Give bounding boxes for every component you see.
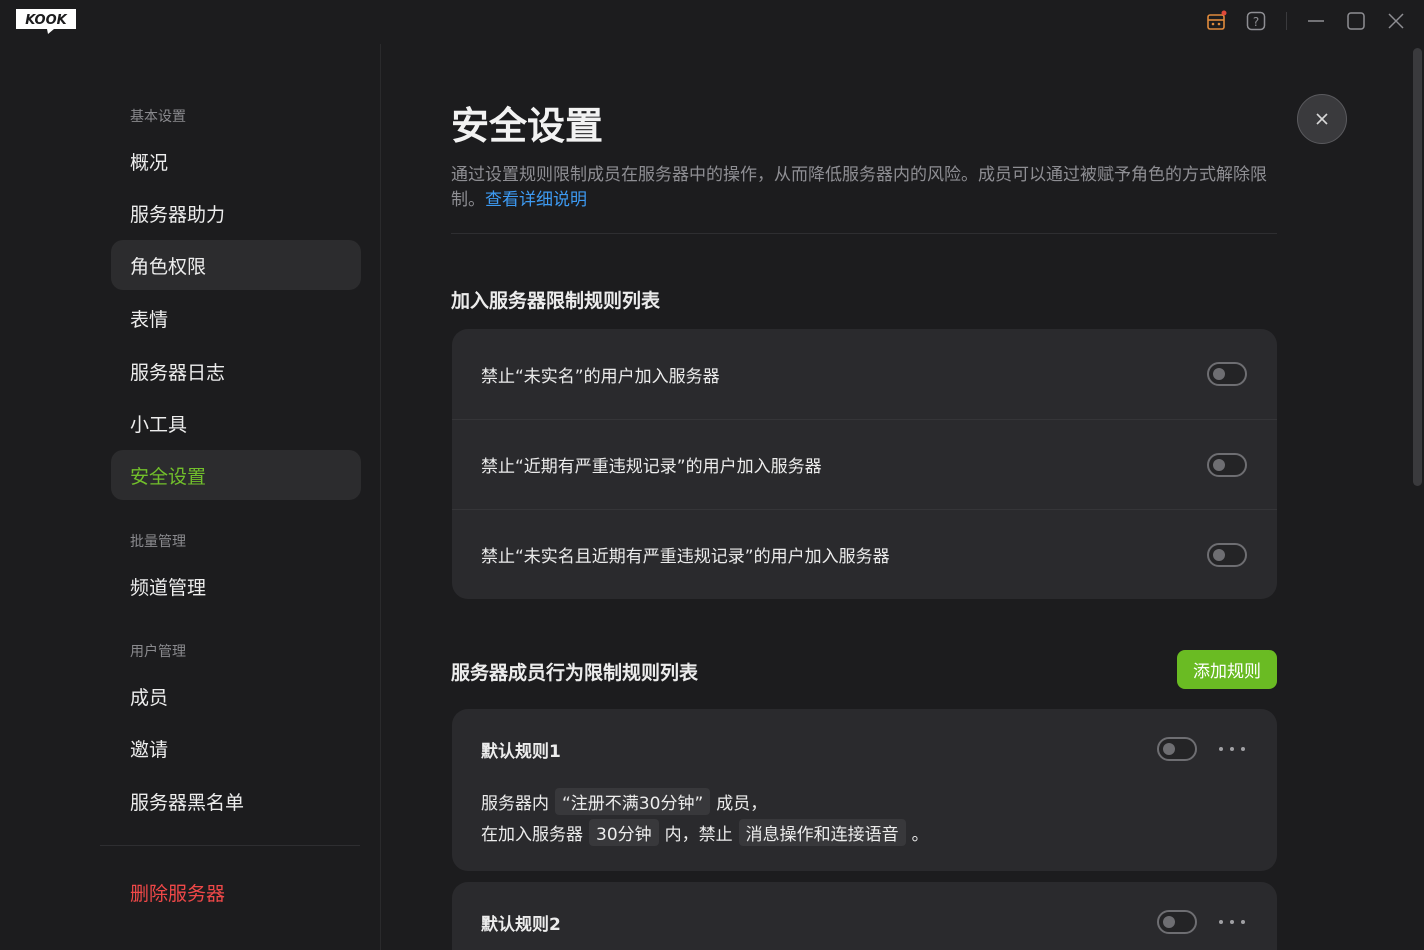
rule-condition-line: 服务器内 “注册不满30分钟” 成员， xyxy=(481,788,767,815)
minimize-icon[interactable] xyxy=(1305,10,1327,32)
sidebar-item-channels[interactable]: 频道管理 xyxy=(111,561,361,611)
group-label-batch: 批量管理 xyxy=(130,534,186,550)
sidebar-item-logs[interactable]: 服务器日志 xyxy=(111,346,361,396)
details-link[interactable]: 查看详细说明 xyxy=(485,190,587,210)
behavior-rule-card: 默认规则1 服务器内 “注册不满30分钟” 成员， 在加入服务器 30分钟 内，… xyxy=(452,709,1277,871)
scrollbar-thumb[interactable] xyxy=(1413,48,1422,486)
rule-text: 服务器内 xyxy=(481,794,549,814)
behavior-rule-card: 默认规则2 xyxy=(452,882,1277,950)
close-icon[interactable] xyxy=(1385,10,1407,32)
title-divider xyxy=(451,233,1277,234)
rule-action-line: 在加入服务器 30分钟 内，禁止 消息操作和连接语音 。 xyxy=(481,819,929,846)
join-rule-label: 禁止“未实名且近期有严重违规记录”的用户加入服务器 xyxy=(481,547,890,567)
maximize-icon[interactable] xyxy=(1345,10,1367,32)
join-rule-toggle[interactable] xyxy=(1207,453,1247,477)
sidebar-item-members[interactable]: 成员 xyxy=(111,671,361,721)
rule-toggle[interactable] xyxy=(1157,737,1197,761)
kook-logo: KOOK xyxy=(16,9,76,34)
join-rule-row: 禁止“近期有严重违规记录”的用户加入服务器 xyxy=(452,419,1277,509)
join-rule-row: 禁止“未实名”的用户加入服务器 xyxy=(452,329,1277,419)
sidebar-item-delete-server[interactable]: 删除服务器 xyxy=(111,867,361,917)
sidebar-item-blacklist[interactable]: 服务器黑名单 xyxy=(111,776,361,826)
behavior-rules-title: 服务器成员行为限制规则列表 xyxy=(451,662,699,684)
titlebar-divider xyxy=(1286,12,1287,30)
rule-text: 在加入服务器 xyxy=(481,825,583,845)
group-label-basic: 基本设置 xyxy=(130,109,186,125)
rule-name: 默认规则2 xyxy=(481,915,561,935)
sidebar-divider xyxy=(100,845,360,846)
join-rules-title: 加入服务器限制规则列表 xyxy=(451,290,661,312)
join-rule-label: 禁止“近期有严重违规记录”的用户加入服务器 xyxy=(481,457,822,477)
join-rule-label: 禁止“未实名”的用户加入服务器 xyxy=(481,366,720,387)
sidebar-item-roles[interactable]: 角色权限 xyxy=(111,240,361,290)
join-rule-toggle[interactable] xyxy=(1207,362,1247,386)
sidebar-item-security[interactable]: 安全设置 xyxy=(111,450,361,500)
sidebar-item-overview[interactable]: 概况 xyxy=(111,136,361,186)
help-icon[interactable]: ? xyxy=(1245,10,1267,32)
add-rule-button[interactable]: 添加规则 xyxy=(1177,650,1277,689)
join-rule-toggle[interactable] xyxy=(1207,543,1247,567)
group-label-users: 用户管理 xyxy=(130,644,186,660)
rule-duration-tag: 30分钟 xyxy=(589,819,659,846)
rule-text: 内，禁止 xyxy=(664,825,733,845)
sidebar-item-boost[interactable]: 服务器助力 xyxy=(111,188,361,238)
gift-box-icon[interactable] xyxy=(1205,10,1227,32)
close-settings-button[interactable] xyxy=(1297,94,1347,144)
rule-text: 。 xyxy=(911,825,929,845)
title-bar: KOOK ? xyxy=(0,0,1424,44)
svg-text:?: ? xyxy=(1253,15,1259,29)
sidebar-item-emoji[interactable]: 表情 xyxy=(111,293,361,343)
sidebar-item-widgets[interactable]: 小工具 xyxy=(111,398,361,448)
rule-restriction-tag: 消息操作和连接语音 xyxy=(738,819,906,846)
svg-text:KOOK: KOOK xyxy=(25,13,67,28)
rule-toggle[interactable] xyxy=(1157,910,1197,934)
rule-text: 成员， xyxy=(716,794,768,814)
rule-name: 默认规则1 xyxy=(481,742,561,762)
sidebar-item-invites[interactable]: 邀请 xyxy=(111,723,361,773)
join-rules-card: 禁止“未实名”的用户加入服务器 禁止“近期有严重违规记录”的用户加入服务器 禁止… xyxy=(452,329,1277,599)
more-options-icon[interactable] xyxy=(1219,912,1245,932)
rule-condition-tag: “注册不满30分钟” xyxy=(555,788,711,815)
more-options-icon[interactable] xyxy=(1219,739,1245,759)
close-icon xyxy=(1316,113,1328,125)
join-rule-row: 禁止“未实名且近期有严重违规记录”的用户加入服务器 xyxy=(452,509,1277,599)
page-title: 安全设置 xyxy=(451,104,604,148)
page-description: 通过设置规则限制成员在服务器中的操作，从而降低服务器内的风险。成员可以通过被赋予… xyxy=(451,163,1281,213)
